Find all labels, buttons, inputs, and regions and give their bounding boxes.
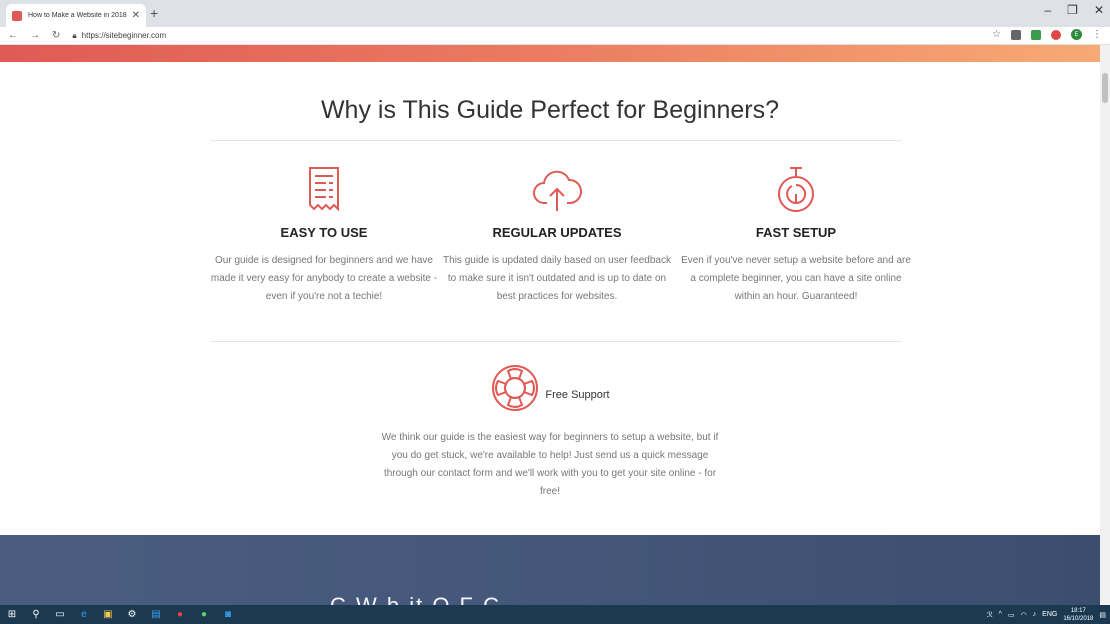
feature-text: Even if you've never setup a website bef… — [681, 255, 911, 302]
language-indicator[interactable]: ENG — [1042, 611, 1057, 618]
bookmark-star-icon[interactable]: ☆ — [992, 29, 1001, 40]
app-icon[interactable]: ◙ — [216, 605, 240, 624]
chrome-icon[interactable]: ● — [168, 605, 192, 624]
app-icon[interactable]: ● — [192, 605, 216, 624]
extension-icon[interactable] — [1031, 29, 1041, 40]
next-section-heading-partial: C W b it O F C — [330, 593, 501, 605]
close-tab-icon[interactable]: ✕ — [132, 10, 140, 21]
reload-icon[interactable]: ↻ — [52, 30, 60, 41]
stopwatch-icon — [778, 167, 814, 212]
os-taskbar: ⊞ ⚲ ▭ e ▣ ⚙ ▤ ● ● ◙ ℛ ^ ▭ ◠ ♪ ENG 18:17 … — [0, 605, 1110, 624]
web-page: Why is This Guide Perfect for Beginners?… — [0, 45, 1100, 605]
lock-icon: 🔒︎ — [72, 30, 77, 40]
network-icon[interactable]: ▭ — [1008, 611, 1015, 619]
profile-avatar[interactable]: E — [1071, 29, 1082, 40]
system-tray: ℛ ^ ▭ ◠ ♪ ENG 18:17 16/10/2018 ▤ — [987, 605, 1106, 624]
extension-icon[interactable] — [1051, 29, 1061, 40]
feature-text: Our guide is designed for beginners and … — [210, 255, 438, 302]
forward-icon[interactable]: → — [30, 30, 40, 41]
new-tab-button[interactable]: + — [150, 5, 158, 21]
feature-regular-updates: REGULAR UPDATES This guide is updated da… — [442, 165, 672, 306]
browser-tab[interactable]: How to Make a Website in 2018 ✕ — [6, 4, 146, 27]
receipt-icon — [309, 167, 339, 212]
app-icon[interactable]: ⚙ — [120, 605, 144, 624]
notification-icon[interactable]: ▤ — [1099, 611, 1106, 619]
back-icon[interactable]: ← — [8, 30, 18, 41]
menu-kebab-icon[interactable]: ⋮ — [1092, 29, 1102, 40]
clock-date: 16/10/2018 — [1063, 615, 1094, 622]
volume-icon[interactable]: ♪ — [1033, 611, 1037, 618]
page-scrollbar[interactable] — [1100, 45, 1110, 605]
address-toolbar: ← → ↻ 🔒︎ https://sitebeginner.com ☆ E ⋮ — [0, 27, 1110, 45]
extension-icon[interactable] — [1011, 29, 1021, 40]
site-favicon-icon — [12, 10, 22, 21]
close-window-icon[interactable]: ✕ — [1094, 3, 1104, 17]
clock[interactable]: 18:17 16/10/2018 — [1063, 607, 1093, 623]
tab-bar: How to Make a Website in 2018 ✕ + – ❐ ✕ — [0, 0, 1110, 27]
address-bar[interactable]: 🔒︎ https://sitebeginner.com — [72, 31, 166, 41]
feature-title: FAST SETUP — [755, 225, 837, 240]
store-icon[interactable]: ▣ — [96, 605, 120, 624]
clock-time: 18:17 — [1070, 607, 1086, 614]
cloud-upload-icon — [533, 170, 582, 211]
file-explorer-icon[interactable]: ▤ — [144, 605, 168, 624]
minimize-icon[interactable]: – — [1044, 3, 1051, 17]
window-controls: – ❐ ✕ — [1044, 3, 1104, 17]
wifi-icon[interactable]: ◠ — [1021, 611, 1027, 619]
feature-fast-setup: FAST SETUP Even if you've never setup a … — [681, 165, 911, 306]
tab-title: How to Make a Website in 2018 — [28, 12, 127, 19]
scrollbar-thumb[interactable] — [1102, 73, 1108, 103]
next-section-banner: C W b it O F C — [0, 535, 1100, 605]
free-support-block: Free Support We think our guide is the e… — [0, 363, 1100, 501]
tray-chevron-up-icon[interactable]: ^ — [999, 611, 1002, 618]
support-label: Free Support — [545, 389, 610, 401]
edge-browser-icon[interactable]: e — [72, 605, 96, 624]
section-heading: Why is This Guide Perfect for Beginners? — [320, 96, 780, 124]
feature-text: This guide is updated daily based on use… — [443, 255, 671, 302]
feature-easy-to-use: EASY TO USE Our guide is designed for be… — [209, 165, 439, 306]
feature-title: REGULAR UPDATES — [492, 225, 622, 240]
support-text: We think our guide is the easiest way fo… — [381, 432, 719, 497]
header-gradient-band — [0, 45, 1100, 62]
restore-icon[interactable]: ❐ — [1067, 3, 1078, 17]
task-view-icon[interactable]: ▭ — [48, 605, 72, 624]
divider — [210, 341, 902, 342]
people-icon[interactable]: ℛ — [987, 611, 993, 619]
lifebuoy-icon — [492, 365, 539, 411]
search-icon[interactable]: ⚲ — [24, 605, 48, 624]
url-text: https://sitebeginner.com — [81, 31, 167, 40]
divider — [210, 140, 902, 141]
start-windows-icon[interactable]: ⊞ — [0, 605, 24, 624]
feature-title: EASY TO USE — [280, 225, 368, 240]
